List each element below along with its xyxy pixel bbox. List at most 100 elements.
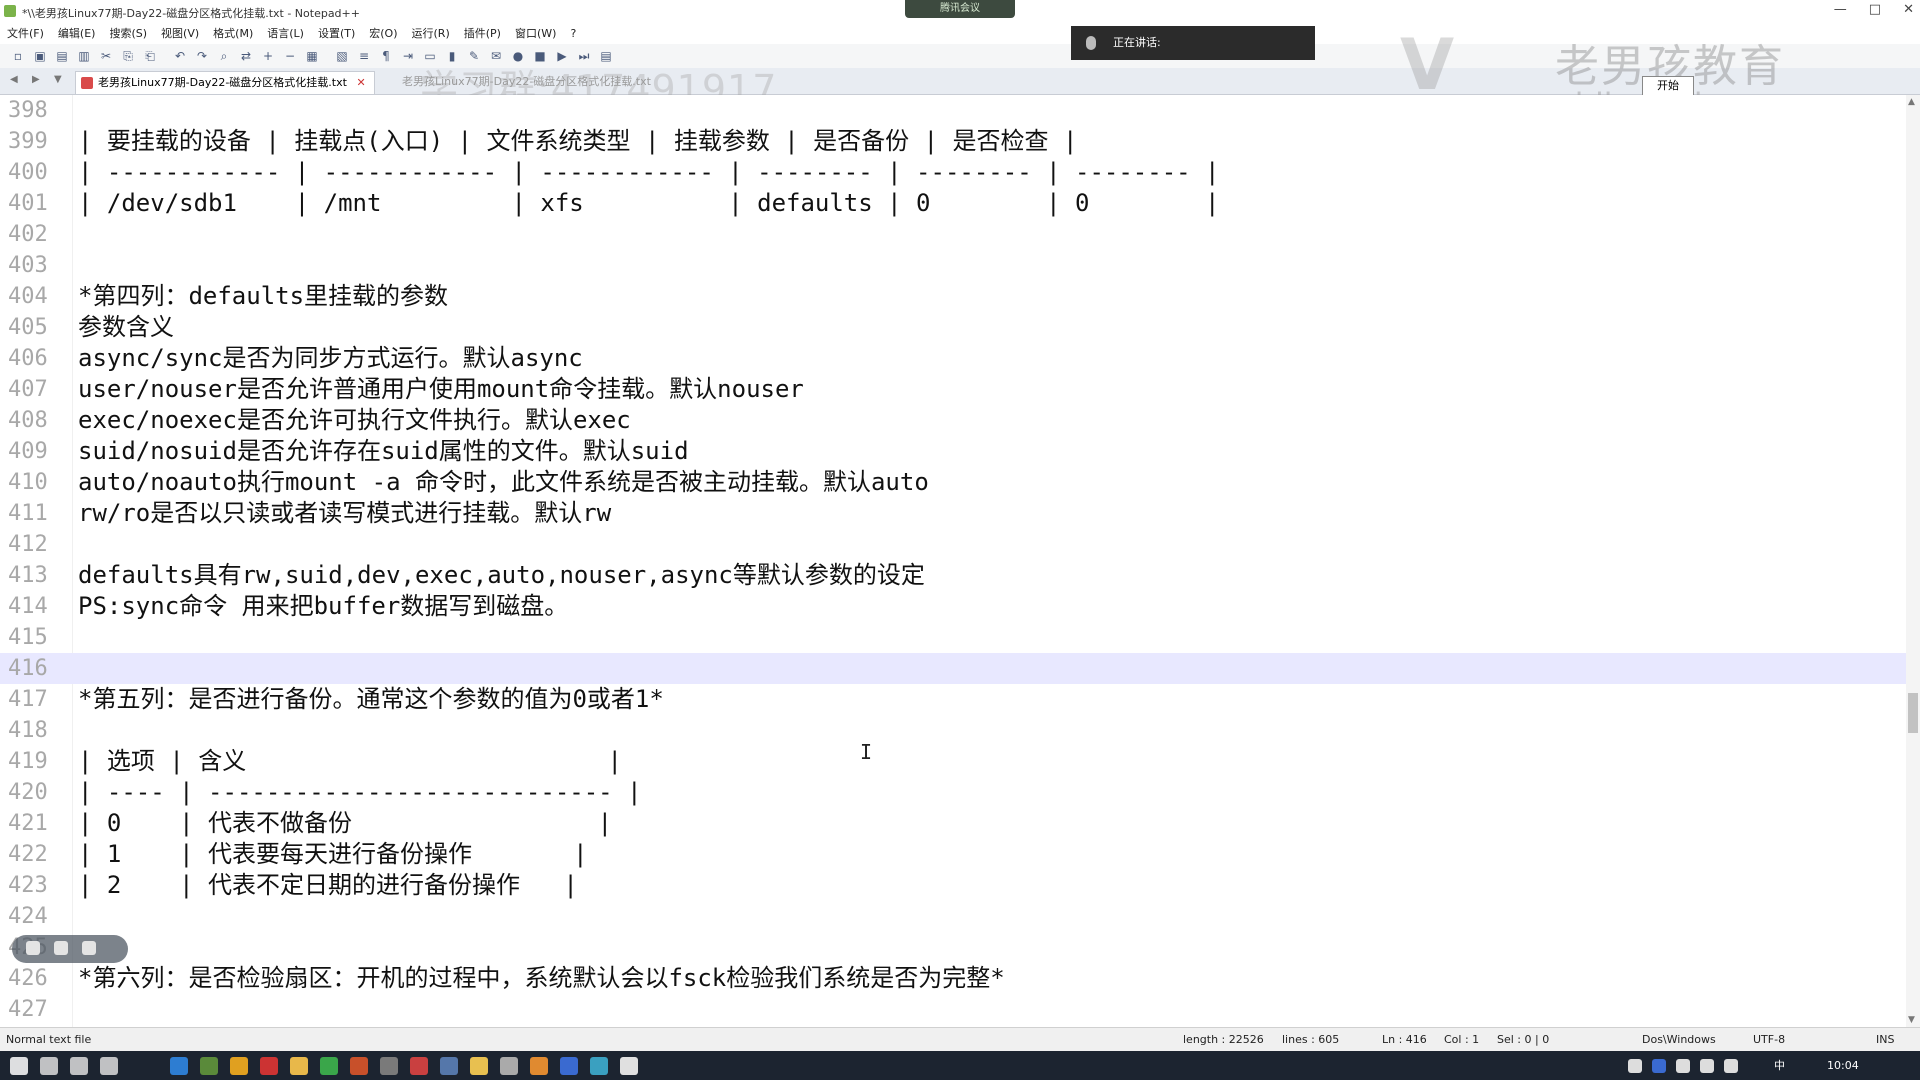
line-text[interactable]: | 0 | 代表不做备份 |: [78, 808, 612, 839]
start-icon[interactable]: [10, 1057, 28, 1075]
ie-icon[interactable]: [590, 1057, 608, 1075]
editor-line[interactable]: 410 auto/noauto执行mount -a 命令时，此文件系统是否被主动挂…: [0, 467, 1906, 498]
editor-line[interactable]: 403: [0, 250, 1906, 281]
grid-icon[interactable]: [26, 941, 40, 955]
app-icon[interactable]: [350, 1057, 368, 1075]
folder-icon[interactable]: [290, 1057, 308, 1075]
app-icon[interactable]: [200, 1057, 218, 1075]
tray-icon[interactable]: [1628, 1059, 1642, 1073]
editor-line[interactable]: 425: [0, 932, 1906, 963]
sync-v-icon[interactable]: ▦: [304, 48, 320, 64]
line-text[interactable]: | /dev/sdb1 | /mnt | xfs | defaults | 0 …: [78, 188, 1220, 219]
editor-line[interactable]: 426 *第六列：是否检验扇区：开机的过程中，系统默认会以fsck检验我们系统是否…: [0, 963, 1906, 994]
menu-item-6[interactable]: 设置(T): [311, 24, 362, 44]
start-button[interactable]: 开始: [1642, 76, 1694, 96]
tray-icon[interactable]: [1676, 1059, 1690, 1073]
tab-prev-icon[interactable]: ◀: [10, 74, 18, 85]
editor-line[interactable]: 419 | 选项 | 含义 |: [0, 746, 1906, 777]
menu-item-1[interactable]: 编辑(E): [51, 24, 103, 44]
open-file-icon[interactable]: ▣: [32, 48, 48, 64]
app-icon[interactable]: [530, 1057, 548, 1075]
tray-icon[interactable]: [1700, 1059, 1714, 1073]
tab-active-file[interactable]: 老男孩Linux77期-Day22-磁盘分区格式化挂载.txt ✕: [75, 71, 375, 94]
editor-line[interactable]: 404 *第四列：defaults里挂载的参数: [0, 281, 1906, 312]
line-text[interactable]: async/sync是否为同步方式运行。默认async: [78, 343, 583, 374]
meeting-indicator[interactable]: 腾讯会议: [905, 0, 1015, 18]
app-icon[interactable]: [410, 1057, 428, 1075]
paste-icon[interactable]: ⎗: [142, 48, 158, 64]
redo-icon[interactable]: ↷: [194, 48, 210, 64]
tab-next-icon[interactable]: ▶: [32, 74, 40, 85]
taskbar-clock[interactable]: 10:04: [1827, 1051, 1859, 1080]
editor-line[interactable]: 406 async/sync是否为同步方式运行。默认async: [0, 343, 1906, 374]
line-text[interactable]: user/nouser是否允许普通用户使用mount命令挂载。默认nouser: [78, 374, 804, 405]
line-text[interactable]: *第六列：是否检验扇区：开机的过程中，系统默认会以fsck检验我们系统是否为完整…: [78, 963, 1005, 994]
minimize-icon[interactable]: —: [1834, 2, 1847, 17]
app-icon[interactable]: [260, 1057, 278, 1075]
line-text[interactable]: *第四列：defaults里挂载的参数: [78, 281, 448, 312]
editor-line[interactable]: 408 exec/noexec是否允许可执行文件执行。默认exec: [0, 405, 1906, 436]
editor-line[interactable]: 414 PS:sync命令 用来把buffer数据写到磁盘。: [0, 591, 1906, 622]
line-text[interactable]: | 要挂载的设备 | 挂载点(入口) | 文件系统类型 | 挂载参数 | 是否备…: [78, 126, 1077, 157]
explorer-icon[interactable]: [470, 1057, 488, 1075]
menu-icon[interactable]: [82, 941, 96, 955]
line-text[interactable]: suid/nosuid是否允许存在suid属性的文件。默认suid: [78, 436, 689, 467]
menu-item-9[interactable]: 插件(P): [457, 24, 508, 44]
editor-line[interactable]: 420 | ---- | ----------------------------…: [0, 777, 1906, 808]
line-text[interactable]: PS:sync命令 用来把buffer数据写到磁盘。: [78, 591, 568, 622]
text-editor[interactable]: 398 399 | 要挂载的设备 | 挂载点(入口) | 文件系统类型 | 挂载参数…: [0, 95, 1906, 1027]
editor-line[interactable]: 418: [0, 715, 1906, 746]
editor-line[interactable]: 405 参数含义: [0, 312, 1906, 343]
line-text[interactable]: | 选项 | 含义 |: [78, 746, 622, 777]
tab-list-icon[interactable]: ▼: [54, 74, 62, 85]
editor-line[interactable]: 400 | ------------ | ------------ | -----…: [0, 157, 1906, 188]
line-text[interactable]: | ---- | ---------------------------- |: [78, 777, 642, 808]
show-all-icon[interactable]: ¶: [378, 48, 394, 64]
editor-line[interactable]: 423 | 2 | 代表不定日期的进行备份操作 |: [0, 870, 1906, 901]
tab-close-icon[interactable]: ✕: [356, 76, 365, 89]
tray-icon[interactable]: [1652, 1059, 1666, 1073]
editor-line[interactable]: 416: [0, 653, 1906, 684]
cut-icon[interactable]: ✂: [98, 48, 114, 64]
app-icon[interactable]: [440, 1057, 458, 1075]
scroll-up-icon[interactable]: ▲: [1908, 97, 1915, 107]
menu-item-8[interactable]: 运行(R): [405, 24, 457, 44]
line-text[interactable]: rw/ro是否以只读或者读写模式进行挂载。默认rw: [78, 498, 611, 529]
cortana-icon[interactable]: [70, 1057, 88, 1075]
line-text[interactable]: auto/noauto执行mount -a 命令时，此文件系统是否被主动挂载。默…: [78, 467, 929, 498]
editor-line[interactable]: 427: [0, 994, 1906, 1025]
editor-line[interactable]: 424: [0, 901, 1906, 932]
menu-item-2[interactable]: 搜索(S): [102, 24, 154, 44]
editor-line[interactable]: 407 user/nouser是否允许普通用户使用mount命令挂载。默认nous…: [0, 374, 1906, 405]
ime-indicator[interactable]: 中: [1774, 1051, 1785, 1080]
menu-item-10[interactable]: 窗口(W): [508, 24, 563, 44]
editor-line[interactable]: 402: [0, 219, 1906, 250]
menu-item-3[interactable]: 视图(V): [154, 24, 206, 44]
word-wrap-icon[interactable]: ≡: [356, 48, 372, 64]
editor-line[interactable]: 409 suid/nosuid是否允许存在suid属性的文件。默认suid: [0, 436, 1906, 467]
scroll-down-icon[interactable]: ▼: [1908, 1015, 1915, 1025]
line-text[interactable]: | 2 | 代表不定日期的进行备份操作 |: [78, 870, 578, 901]
line-text[interactable]: defaults具有rw,suid,dev,exec,auto,nouser,a…: [78, 560, 925, 591]
line-text[interactable]: *第五列：是否进行备份。通常这个参数的值为0或者1*: [78, 684, 664, 715]
record-icon[interactable]: [54, 941, 68, 955]
line-text[interactable]: 参数含义: [78, 312, 174, 343]
menu-item-0[interactable]: 文件(F): [0, 24, 51, 44]
save-icon[interactable]: ▤: [54, 48, 70, 64]
editor-line[interactable]: 399 | 要挂载的设备 | 挂载点(入口) | 文件系统类型 | 挂载参数 | …: [0, 126, 1906, 157]
zoom-out-icon[interactable]: −: [282, 48, 298, 64]
editor-line[interactable]: 413 defaults具有rw,suid,dev,exec,auto,nouse…: [0, 560, 1906, 591]
app-icon[interactable]: [500, 1057, 518, 1075]
search-icon[interactable]: [40, 1057, 58, 1075]
new-file-icon[interactable]: ▫: [10, 48, 26, 64]
undo-icon[interactable]: ↶: [172, 48, 188, 64]
vertical-scrollbar[interactable]: ▲ ▼: [1906, 95, 1920, 1027]
task-view-icon[interactable]: [100, 1057, 118, 1075]
editor-line[interactable]: 415: [0, 622, 1906, 653]
menu-item-11[interactable]: ?: [563, 24, 583, 44]
find-icon[interactable]: ⌕: [216, 48, 232, 64]
tray-icon[interactable]: [1724, 1059, 1738, 1073]
line-text[interactable]: | 1 | 代表要每天进行备份操作 |: [78, 839, 588, 870]
copy-icon[interactable]: ⎘: [120, 48, 136, 64]
app-icon[interactable]: [560, 1057, 578, 1075]
